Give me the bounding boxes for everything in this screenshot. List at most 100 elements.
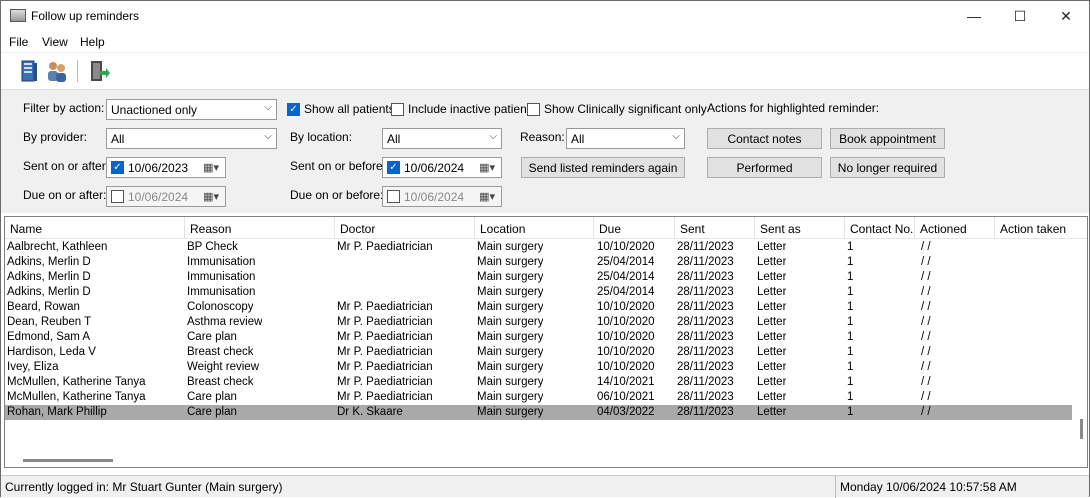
table-row[interactable]: Beard, Rowan Colonoscopy Mr P. Paediatrici… bbox=[5, 300, 1072, 315]
cell-actioned: / / bbox=[921, 391, 931, 403]
send-reminders-again-button[interactable]: Send listed reminders again bbox=[521, 157, 685, 178]
calendar-icon[interactable]: ▦▾ bbox=[203, 190, 219, 203]
sent-on-after-date[interactable]: ✓ 10/06/2023 ▦▾ bbox=[106, 157, 226, 178]
show-all-patients-checkbox[interactable]: ✓ Show all patients bbox=[287, 102, 395, 116]
sent-on-before-date[interactable]: ✓ 10/06/2024 ▦▾ bbox=[382, 157, 502, 178]
column-header-sent[interactable]: Sent bbox=[675, 217, 755, 239]
due-on-after-label: Due on or after: bbox=[23, 188, 107, 202]
server-icon[interactable] bbox=[17, 59, 41, 83]
filter-by-action-select[interactable]: Unactioned only ⌵ bbox=[106, 99, 277, 120]
column-header-contact-no[interactable]: Contact No. bbox=[845, 217, 915, 239]
cell-contact-no: 1 bbox=[847, 241, 854, 253]
cell-sent: 28/11/2023 bbox=[677, 256, 734, 268]
contact-notes-button[interactable]: Contact notes bbox=[707, 128, 822, 149]
cell-due: 10/10/2020 bbox=[597, 241, 655, 253]
performed-button[interactable]: Performed bbox=[707, 157, 822, 178]
cell-contact-no: 1 bbox=[847, 346, 854, 358]
cell-reason: Immunisation bbox=[187, 271, 256, 283]
cell-reason: Care plan bbox=[187, 406, 237, 418]
table-row[interactable]: Dean, Reuben T Asthma review Mr P. Paediat… bbox=[5, 315, 1072, 330]
table-row[interactable]: Edmond, Sam A Care plan Mr P. Paediatricia… bbox=[5, 330, 1072, 345]
reason-select[interactable]: All ⌵ bbox=[566, 128, 685, 149]
table-row[interactable]: Hardison, Leda V Breast check Mr P. Paedia… bbox=[5, 345, 1072, 360]
cell-name: Beard, Rowan bbox=[7, 301, 80, 313]
vertical-scrollbar[interactable] bbox=[1075, 239, 1087, 453]
cell-sent: 28/11/2023 bbox=[677, 271, 734, 283]
chevron-down-icon: ⌵ bbox=[264, 131, 272, 142]
calendar-icon[interactable]: ▦▾ bbox=[479, 190, 495, 203]
cell-sent-as: Letter bbox=[757, 376, 787, 388]
calendar-icon[interactable]: ▦▾ bbox=[479, 161, 495, 174]
cell-reason: BP Check bbox=[187, 241, 238, 253]
cell-reason: Breast check bbox=[187, 376, 254, 388]
cell-doctor: Mr P. Paediatrician bbox=[337, 316, 433, 328]
reminders-table[interactable]: Name Reason Doctor Location Due Sent Sen… bbox=[4, 216, 1088, 468]
table-row[interactable]: Adkins, Merlin D Immunisation Main surgery… bbox=[5, 255, 1072, 270]
cell-actioned: / / bbox=[921, 241, 931, 253]
column-header-action-taken[interactable]: Action taken bbox=[995, 217, 1087, 239]
table-row[interactable]: Rohan, Mark Phillip Care plan Dr K. Skaare… bbox=[5, 405, 1072, 420]
cell-reason: Breast check bbox=[187, 346, 254, 358]
column-header-actioned[interactable]: Actioned bbox=[915, 217, 995, 239]
column-header-reason[interactable]: Reason bbox=[185, 217, 335, 239]
cell-due: 06/10/2021 bbox=[597, 391, 655, 403]
cell-sent: 28/11/2023 bbox=[677, 346, 734, 358]
close-button[interactable]: ✕ bbox=[1043, 1, 1089, 31]
column-header-name[interactable]: Name bbox=[5, 217, 185, 239]
cell-sent: 28/11/2023 bbox=[677, 286, 734, 298]
include-inactive-checkbox[interactable]: Include inactive patients bbox=[391, 102, 536, 116]
cell-contact-no: 1 bbox=[847, 286, 854, 298]
table-row[interactable]: McMullen, Katherine Tanya Breast check Mr … bbox=[5, 375, 1072, 390]
column-header-due[interactable]: Due bbox=[594, 217, 675, 239]
cell-actioned: / / bbox=[921, 361, 931, 373]
checkbox-icon bbox=[391, 102, 404, 116]
menu-file[interactable]: File bbox=[9, 35, 28, 49]
scroll-thumb[interactable] bbox=[23, 459, 113, 462]
checkbox-checked-icon[interactable]: ✓ bbox=[111, 161, 124, 174]
exit-icon[interactable] bbox=[87, 59, 111, 83]
sent-on-before-value: 10/06/2024 bbox=[404, 160, 465, 175]
due-on-before-date[interactable]: 10/06/2024 ▦▾ bbox=[382, 186, 502, 207]
cell-sent: 28/11/2023 bbox=[677, 406, 734, 418]
cell-name: Adkins, Merlin D bbox=[7, 256, 91, 268]
cell-actioned: / / bbox=[921, 301, 931, 313]
checkbox-checked-icon[interactable]: ✓ bbox=[387, 161, 400, 174]
show-clinically-significant-checkbox[interactable]: Show Clinically significant only bbox=[527, 102, 707, 116]
checkbox-icon bbox=[527, 102, 540, 116]
checkbox-icon[interactable] bbox=[111, 190, 124, 203]
table-row[interactable]: Aalbrecht, Kathleen BP Check Mr P. Paediat… bbox=[5, 240, 1072, 255]
users-icon[interactable] bbox=[45, 59, 69, 83]
menu-view[interactable]: View bbox=[42, 35, 68, 49]
table-row[interactable]: McMullen, Katherine Tanya Care plan Mr P. … bbox=[5, 390, 1072, 405]
checkbox-icon[interactable] bbox=[387, 190, 400, 203]
horizontal-scrollbar[interactable] bbox=[5, 453, 1072, 467]
cell-actioned: / / bbox=[921, 256, 931, 268]
by-location-select[interactable]: All ⌵ bbox=[382, 128, 502, 149]
menu-help[interactable]: Help bbox=[80, 35, 105, 49]
cell-contact-no: 1 bbox=[847, 331, 854, 343]
maximize-button[interactable]: ☐ bbox=[997, 1, 1043, 31]
table-row[interactable]: Adkins, Merlin D Immunisation Main surgery… bbox=[5, 285, 1072, 300]
scroll-thumb[interactable] bbox=[1080, 419, 1083, 439]
cell-sent: 28/11/2023 bbox=[677, 316, 734, 328]
due-on-after-date[interactable]: 10/06/2024 ▦▾ bbox=[106, 186, 226, 207]
table-row[interactable]: Adkins, Merlin D Immunisation Main surgery… bbox=[5, 270, 1072, 285]
column-header-sent-as[interactable]: Sent as bbox=[755, 217, 845, 239]
by-provider-select[interactable]: All ⌵ bbox=[106, 128, 277, 149]
logged-in-status: Currently logged in: Mr Stuart Gunter (M… bbox=[5, 480, 283, 494]
calendar-icon[interactable]: ▦▾ bbox=[203, 161, 219, 174]
column-header-location[interactable]: Location bbox=[475, 217, 594, 239]
toolbar bbox=[1, 52, 1089, 88]
chevron-down-icon: ⌵ bbox=[264, 102, 272, 113]
column-header-doctor[interactable]: Doctor bbox=[335, 217, 475, 239]
no-longer-required-button[interactable]: No longer required bbox=[830, 157, 945, 178]
minimize-button[interactable]: — bbox=[951, 1, 997, 31]
chevron-down-icon: ⌵ bbox=[672, 131, 680, 142]
actions-heading: Actions for highlighted reminder: bbox=[707, 101, 880, 115]
cell-sent: 28/11/2023 bbox=[677, 376, 734, 388]
table-row[interactable]: Ivey, Eliza Weight review Mr P. Paediatric… bbox=[5, 360, 1072, 375]
book-appointment-button[interactable]: Book appointment bbox=[830, 128, 945, 149]
cell-reason: Colonoscopy bbox=[187, 301, 254, 313]
status-bar: Currently logged in: Mr Stuart Gunter (M… bbox=[1, 475, 1089, 498]
cell-sent: 28/11/2023 bbox=[677, 241, 734, 253]
